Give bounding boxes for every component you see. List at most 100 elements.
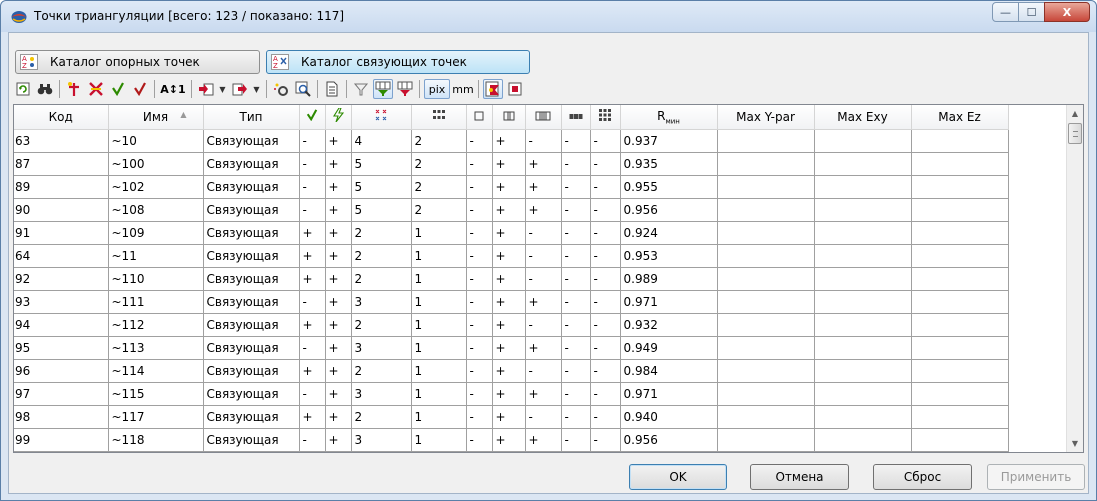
report-button[interactable] <box>322 79 342 99</box>
cell-r-min[interactable]: 0.956 <box>620 428 718 452</box>
cell-block[interactable]: - <box>590 244 621 268</box>
cell-strip[interactable]: - <box>561 244 591 268</box>
cell-pair-count[interactable]: 1 <box>411 359 467 383</box>
cell-max-y-par[interactable] <box>717 152 815 176</box>
cell-active[interactable]: + <box>325 267 352 291</box>
cell-max-y-par[interactable] <box>717 382 815 406</box>
cell-image-count[interactable]: 5 <box>351 198 412 222</box>
cell-max-exy[interactable] <box>814 382 912 406</box>
cell-stereo-pair[interactable]: + <box>492 405 526 429</box>
cell-stereo-pair[interactable]: + <box>492 428 526 452</box>
cell-r-min[interactable]: 0.949 <box>620 336 718 360</box>
cell-active[interactable]: + <box>325 359 352 383</box>
column-header-pair-count[interactable] <box>411 105 467 130</box>
cell-checked[interactable]: - <box>299 175 326 199</box>
cell-code[interactable]: 89 <box>14 175 109 199</box>
cell-code[interactable]: 95 <box>14 336 109 360</box>
column-header-r-min[interactable]: Rмин <box>620 105 718 130</box>
cell-r-min[interactable]: 0.989 <box>620 267 718 291</box>
cell-name[interactable]: ~111 <box>108 290 204 314</box>
cell-checked[interactable]: + <box>299 267 326 291</box>
cell-max-y-par[interactable] <box>717 175 815 199</box>
cell-triple[interactable]: + <box>525 198 562 222</box>
cell-triple[interactable]: - <box>525 244 562 268</box>
cell-max-ez[interactable] <box>911 382 1009 406</box>
cell-r-min[interactable]: 0.971 <box>620 382 718 406</box>
cell-name[interactable]: ~114 <box>108 359 204 383</box>
cell-image-count[interactable]: 2 <box>351 405 412 429</box>
cell-triple[interactable]: + <box>525 290 562 314</box>
units-mm-toggle[interactable]: mm <box>452 79 474 99</box>
cell-max-ez[interactable] <box>911 313 1009 337</box>
cell-r-min[interactable]: 0.955 <box>620 175 718 199</box>
cell-single-image[interactable]: - <box>466 290 493 314</box>
validate-point-button[interactable] <box>130 79 150 99</box>
cell-checked[interactable]: - <box>299 382 326 406</box>
cell-block[interactable]: - <box>590 405 621 429</box>
cell-stereo-pair[interactable]: + <box>492 152 526 176</box>
cell-single-image[interactable]: - <box>466 405 493 429</box>
cell-single-image[interactable]: - <box>466 152 493 176</box>
find-button[interactable] <box>35 79 55 99</box>
cell-max-y-par[interactable] <box>717 221 815 245</box>
cell-stereo-pair[interactable]: + <box>492 267 526 291</box>
cell-strip[interactable]: - <box>561 198 591 222</box>
cell-code[interactable]: 97 <box>14 382 109 406</box>
cell-code[interactable]: 98 <box>14 405 109 429</box>
cell-name[interactable]: ~102 <box>108 175 204 199</box>
cell-block[interactable]: - <box>590 175 621 199</box>
cell-stereo-pair[interactable]: + <box>492 244 526 268</box>
cell-max-y-par[interactable] <box>717 336 815 360</box>
cell-stereo-pair[interactable]: + <box>492 129 526 153</box>
cell-block[interactable]: - <box>590 152 621 176</box>
cell-triple[interactable]: - <box>525 405 562 429</box>
cell-type[interactable]: Связующая <box>203 267 300 291</box>
column-header-checked[interactable] <box>299 105 326 130</box>
cell-single-image[interactable]: - <box>466 221 493 245</box>
cell-type[interactable]: Связующая <box>203 428 300 452</box>
cell-checked[interactable]: - <box>299 290 326 314</box>
cell-checked[interactable]: + <box>299 221 326 245</box>
cell-max-y-par[interactable] <box>717 267 815 291</box>
cell-strip[interactable]: - <box>561 290 591 314</box>
column-header-type[interactable]: Тип <box>203 105 300 130</box>
cell-max-ez[interactable] <box>911 428 1009 452</box>
cell-max-exy[interactable] <box>814 129 912 153</box>
cell-pair-count[interactable]: 1 <box>411 313 467 337</box>
cell-active[interactable]: + <box>325 313 352 337</box>
scroll-down-arrow-icon[interactable]: ▼ <box>1067 435 1083 452</box>
cell-stereo-pair[interactable]: + <box>492 336 526 360</box>
column-header-code[interactable]: Код <box>14 105 109 130</box>
cell-active[interactable]: + <box>325 244 352 268</box>
cell-single-image[interactable]: - <box>466 382 493 406</box>
cell-image-count[interactable]: 2 <box>351 244 412 268</box>
cell-stereo-pair[interactable]: + <box>492 221 526 245</box>
cell-type[interactable]: Связующая <box>203 382 300 406</box>
cell-max-exy[interactable] <box>814 267 912 291</box>
cell-r-min[interactable]: 0.924 <box>620 221 718 245</box>
cell-name[interactable]: ~110 <box>108 267 204 291</box>
cell-image-count[interactable]: 5 <box>351 152 412 176</box>
cell-strip[interactable]: - <box>561 359 591 383</box>
cell-triple[interactable]: - <box>525 129 562 153</box>
cell-strip[interactable]: - <box>561 336 591 360</box>
column-header-strip[interactable] <box>561 105 591 130</box>
cell-triple[interactable]: + <box>525 175 562 199</box>
cell-type[interactable]: Связующая <box>203 290 300 314</box>
filter-on-button[interactable] <box>373 79 393 99</box>
cell-checked[interactable]: - <box>299 336 326 360</box>
tab-tie-points-catalog[interactable]: A Z Каталог связующих точек <box>266 50 530 74</box>
cell-max-y-par[interactable] <box>717 244 815 268</box>
cell-strip[interactable]: - <box>561 405 591 429</box>
cell-name[interactable]: ~100 <box>108 152 204 176</box>
cell-active[interactable]: + <box>325 336 352 360</box>
cell-strip[interactable]: - <box>561 428 591 452</box>
cell-active[interactable]: + <box>325 175 352 199</box>
cancel-button[interactable]: Отмена <box>750 464 849 490</box>
cell-r-min[interactable]: 0.937 <box>620 129 718 153</box>
cell-max-exy[interactable] <box>814 152 912 176</box>
cell-image-count[interactable]: 2 <box>351 221 412 245</box>
cell-max-exy[interactable] <box>814 405 912 429</box>
cell-image-count[interactable]: 3 <box>351 290 412 314</box>
cell-active[interactable]: + <box>325 198 352 222</box>
